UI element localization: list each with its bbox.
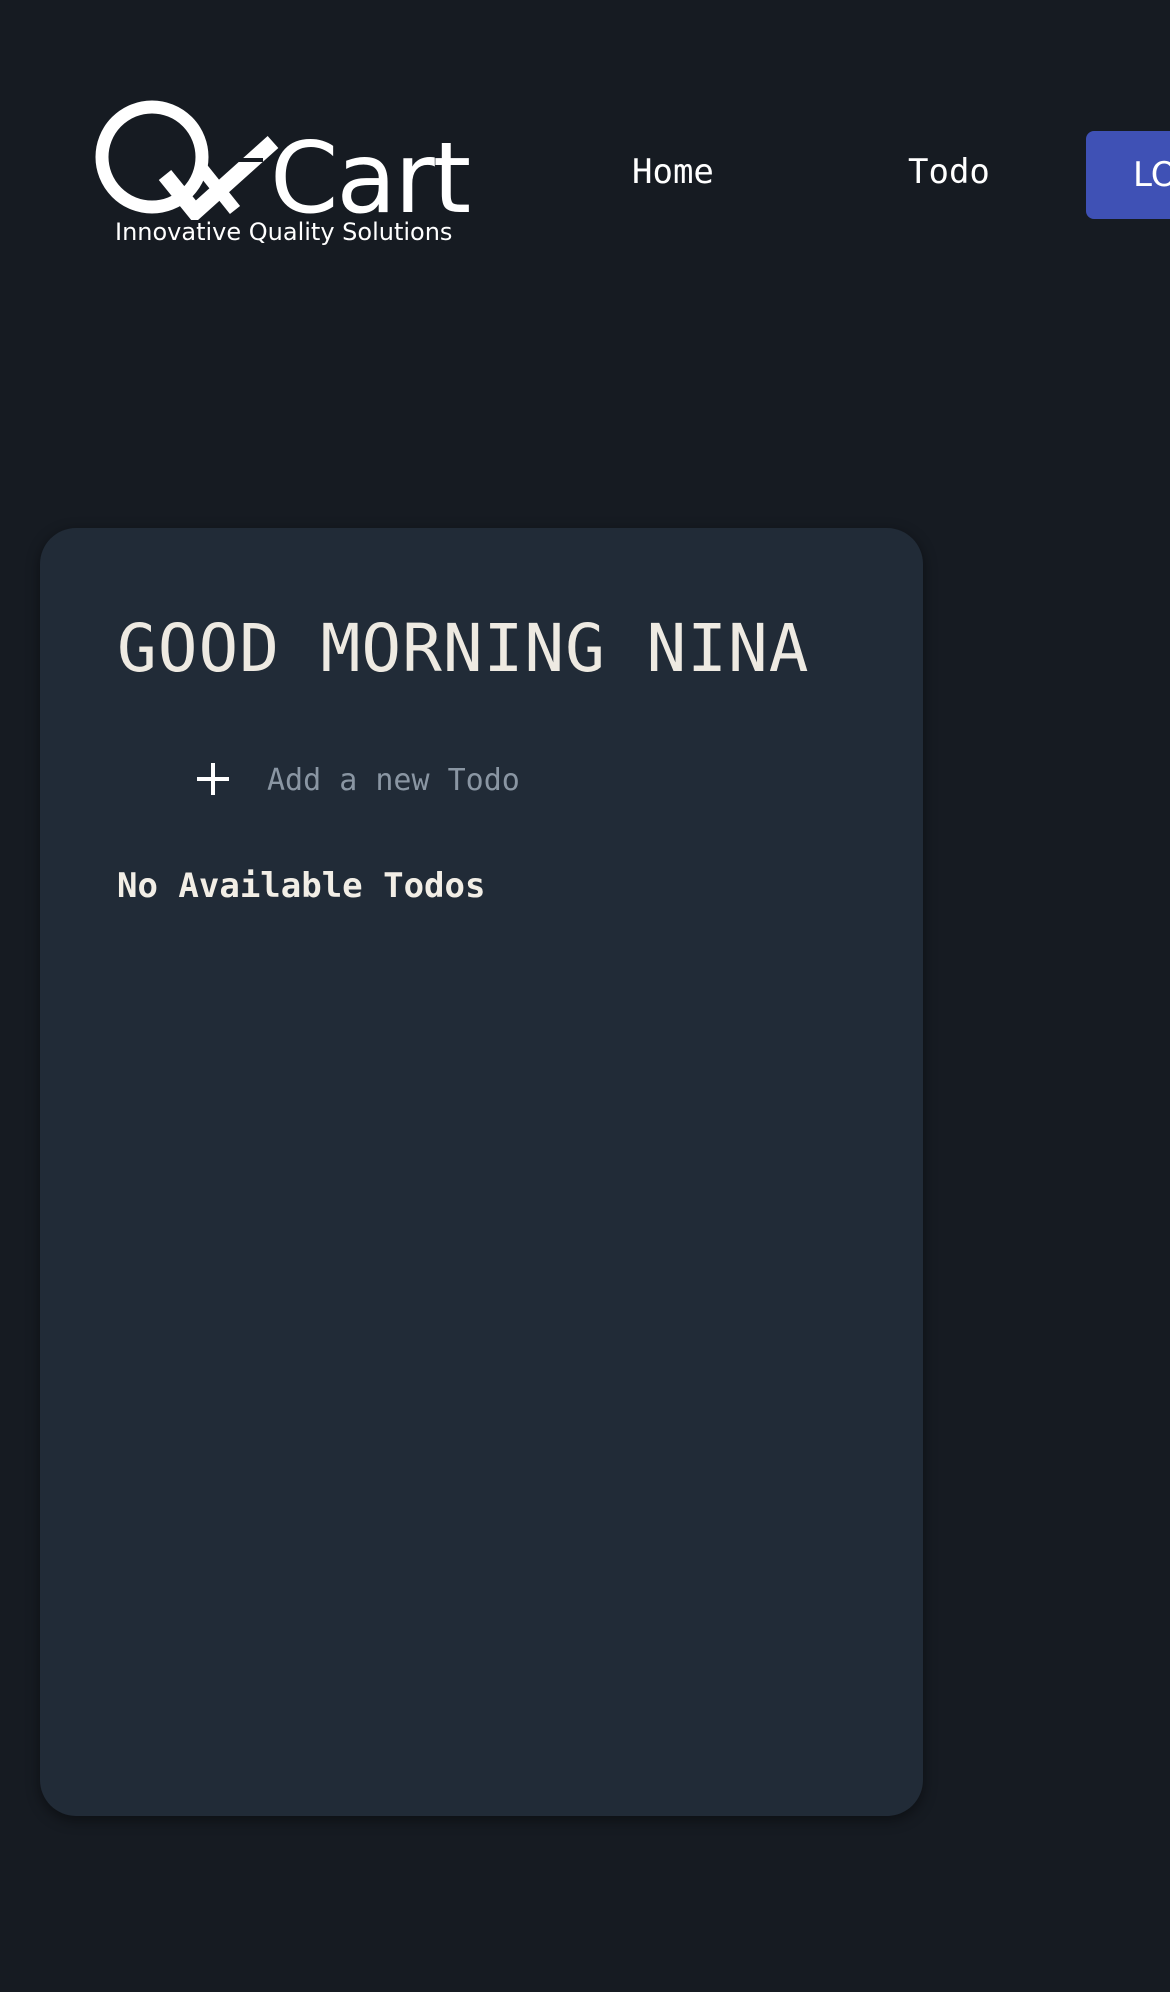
add-todo-input[interactable] — [267, 750, 827, 810]
logo-qa-mark-icon — [95, 100, 279, 220]
greeting-heading: GOOD MORNING NINA — [117, 610, 810, 687]
logo-tagline: Innovative Quality Solutions — [115, 218, 453, 246]
logo-wordmark: Cart — [270, 122, 471, 236]
header: Cart Innovative Quality Solutions Home T… — [0, 0, 1170, 260]
plus-icon[interactable] — [197, 763, 229, 795]
nav-home-link[interactable]: Home — [632, 152, 714, 192]
logo[interactable]: Cart Innovative Quality Solutions — [95, 100, 471, 255]
empty-todos-message: No Available Todos — [117, 866, 486, 906]
logout-button[interactable]: LOGOUT — [1086, 131, 1170, 219]
nav-todo-link[interactable]: Todo — [908, 152, 990, 192]
todo-card: GOOD MORNING NINA No Available Todos — [40, 528, 923, 1816]
add-todo-row — [150, 750, 850, 810]
